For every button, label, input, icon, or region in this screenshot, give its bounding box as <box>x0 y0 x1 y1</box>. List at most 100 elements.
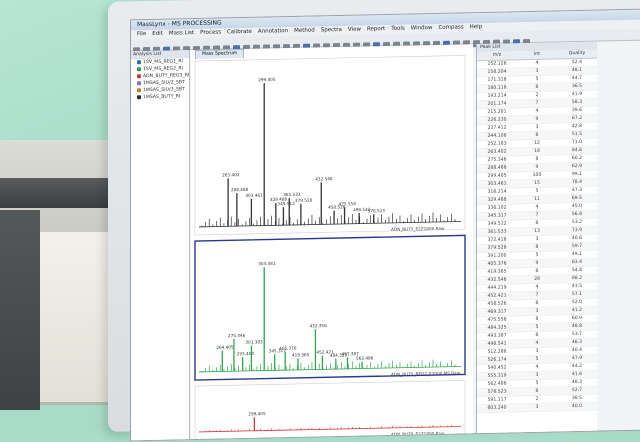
peak-label: 578.523 <box>368 208 386 213</box>
col-mz[interactable]: m/z <box>477 51 517 60</box>
peak-cell: 44.2 <box>571 363 583 370</box>
peak-cell: 100 <box>532 172 542 178</box>
peak-label: 419.365 <box>292 352 310 357</box>
peak-cell: 469.317 <box>487 309 507 315</box>
peak-cell: 36.5 <box>571 83 583 90</box>
peak-cell: 603.240 <box>487 405 507 411</box>
peak-cell: 5 <box>535 252 539 258</box>
peak-cell: 215.201 <box>487 109 507 115</box>
menu-item-file[interactable]: File <box>137 30 146 39</box>
peak-cell: 8 <box>535 316 539 322</box>
peak-cell: 60.9 <box>571 315 583 322</box>
peak-cell: 52.4 <box>571 59 583 66</box>
tree-list: 1SV_MS_REG1_RI 1SV_MS_REG2_RI ADN_BUTY_REG… <box>131 58 189 101</box>
peak-cell: 201.174 <box>487 101 507 107</box>
peak-cell: 5 <box>535 188 539 194</box>
menu-item-window[interactable]: Window <box>411 24 433 33</box>
desk-equipment <box>0 140 120 410</box>
peak-cell: 48.1 <box>571 67 583 74</box>
peak-cell: 7 <box>535 292 539 298</box>
sample-icon <box>137 80 141 85</box>
sample-icon <box>137 66 141 71</box>
peak-cell: 263.402 <box>487 149 507 155</box>
peak-cell: 591.117 <box>487 397 507 403</box>
tree-item[interactable]: 1MSAS_BUTY_RI <box>131 93 189 101</box>
peak-cell: 44.7 <box>571 75 583 82</box>
peak-cell: 3 <box>535 68 539 74</box>
peak-cell: 180.118 <box>487 85 507 91</box>
peak-cell: 361.533 <box>487 229 507 235</box>
peak-cell: 6 <box>535 220 539 226</box>
peak-cell: 193.214 <box>487 93 507 99</box>
peak-label: 299.405 <box>248 411 266 416</box>
peak-cell: 458.526 <box>487 301 507 307</box>
window-title: MassLynx - MS PROCESSING <box>137 19 222 29</box>
peak-cell: 432.546 <box>487 277 507 283</box>
peak-cell: 12 <box>534 140 540 146</box>
peak-cell: 49.1 <box>571 251 583 258</box>
menu-item-method[interactable]: Method <box>294 27 315 36</box>
col-quality[interactable]: Quality <box>557 50 597 59</box>
menu-item-tools[interactable]: Tools <box>391 25 405 34</box>
peak-cell: 39.6 <box>571 107 583 114</box>
peak-cell: 3 <box>535 372 539 378</box>
peak-cell: 345.317 <box>487 213 507 219</box>
peak-label: 303.461 <box>245 193 263 198</box>
peak-cell: 6 <box>535 84 539 90</box>
menu-item-report[interactable]: Report <box>367 25 385 34</box>
peak-cell: 58.3 <box>571 99 583 106</box>
peak-cell: 244.108 <box>487 133 507 139</box>
menu-item-view[interactable]: View <box>348 26 361 35</box>
peak-cell: 40.6 <box>571 235 583 242</box>
peak-cell: 3 <box>535 308 539 314</box>
peak-cell: 316.214 <box>487 189 507 195</box>
peak-cell: 3 <box>535 348 539 354</box>
tree-item-label: 1MSAS_SILV2_SBT <box>143 80 185 87</box>
peak-label: 405.376 <box>279 346 297 351</box>
peak-cell: 9 <box>535 164 539 170</box>
menu-item-process[interactable]: Process <box>200 28 221 37</box>
peak-cell: 78.4 <box>571 179 583 186</box>
peak-cell: 99.1 <box>571 171 583 178</box>
peak-cell: 5 <box>535 76 539 82</box>
peak-cell: 252.183 <box>487 141 507 147</box>
peak-label: 349.512 <box>277 201 295 206</box>
peak-cell: 8 <box>535 156 539 162</box>
peak-cell: 4 <box>535 364 539 370</box>
peak-cell: 6 <box>535 268 539 274</box>
peak-cell: 7 <box>535 212 539 218</box>
peak-cell: 5 <box>535 380 539 386</box>
menu-item-help[interactable]: Help <box>470 23 483 32</box>
peak-cell: 48.3 <box>571 379 583 386</box>
peak-cell: 69.5 <box>571 195 583 202</box>
peak-cell: 73.9 <box>571 227 583 234</box>
peak-label: 361.533 <box>283 192 301 197</box>
col-int[interactable]: Int <box>517 50 557 59</box>
monitor-screen: MassLynx - MS PROCESSING File Edit Mass Li… <box>130 8 640 442</box>
peak-cell: 18 <box>534 148 540 154</box>
peak-cell: 475.558 <box>487 317 507 323</box>
peak-cell: 526.174 <box>487 357 507 363</box>
peak-row[interactable]: 603.240 3 40.0 <box>477 402 597 414</box>
peak-cell: 379.528 <box>487 245 507 251</box>
peak-cell: 60.2 <box>571 155 583 162</box>
peak-cell: 6 <box>535 132 539 138</box>
peak-cell: 5 <box>535 356 539 362</box>
peak-cell: 4 <box>535 108 539 114</box>
peak-cell: 63.4 <box>571 259 583 266</box>
peak-cell: 52.7 <box>571 387 583 394</box>
menu-item-edit[interactable]: Edit <box>152 30 163 39</box>
peak-label: 299.405 <box>258 77 276 82</box>
peak-cell: 329.488 <box>487 197 507 203</box>
peak-cell: 372.418 <box>487 237 507 243</box>
monitor-bezel: MassLynx - MS PROCESSING File Edit Mass Li… <box>108 0 640 442</box>
peak-cell: 444.219 <box>487 285 507 291</box>
peak-cell: 484.325 <box>487 325 507 331</box>
menu-item-spectra[interactable]: Spectra <box>321 26 342 35</box>
peak-label: 475.558 <box>339 201 357 206</box>
sample-icon <box>137 73 141 78</box>
peak-cell: 9 <box>535 260 539 266</box>
peak-cell: 158.204 <box>487 69 507 75</box>
peaklist-rows: 152.126 4 52.4 158.204 3 48.1 171.318 5 44.7 180.… <box>477 58 597 414</box>
peak-cell: 2 <box>535 396 539 402</box>
